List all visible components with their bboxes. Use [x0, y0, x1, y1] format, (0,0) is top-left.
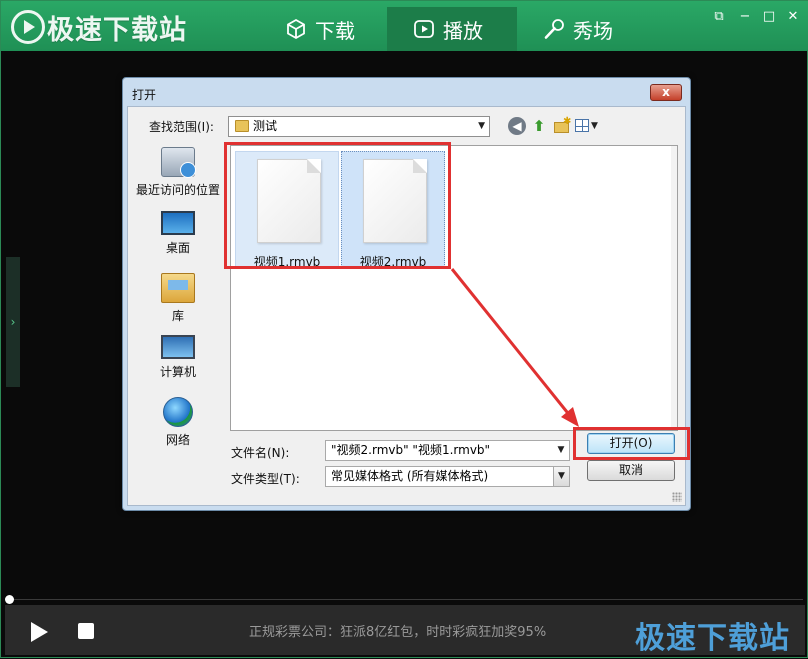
annotation-arrow — [450, 268, 579, 427]
player-window: 极速下载站 下载 播放 秀场 ⧉ − □ ✕ › 打开 x 查找范围(I): 测… — [0, 0, 808, 658]
